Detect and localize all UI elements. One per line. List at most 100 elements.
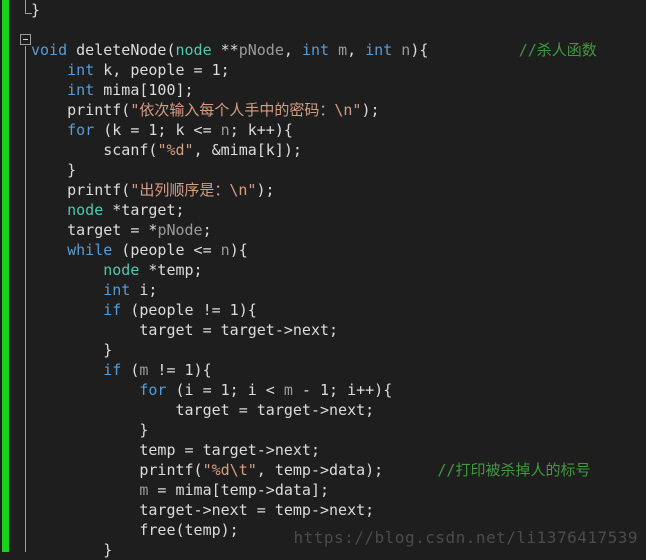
code-token: pNode	[238, 41, 284, 59]
code-line[interactable]: printf("%d\t", temp->data); //打印被杀掉人的标号	[31, 460, 646, 480]
code-token: target = target->next;	[31, 401, 375, 419]
code-token: "%d\t"	[202, 461, 257, 479]
code-line[interactable]: target->next = temp->next;	[31, 500, 646, 520]
code-token: for	[139, 381, 167, 399]
code-lines[interactable]: } void deleteNode(node **pNode, int m, i…	[31, 0, 646, 559]
code-token: int	[67, 81, 95, 99]
code-token: free(temp);	[31, 521, 239, 539]
code-token: while	[67, 241, 113, 259]
code-line[interactable]	[31, 20, 646, 40]
code-line[interactable]: void deleteNode(node **pNode, int m, int…	[31, 40, 646, 60]
code-token: }	[31, 161, 77, 179]
code-token: (people <=	[112, 241, 221, 259]
watermark-url: https://blog.csdn.net/li1376417539	[293, 528, 638, 547]
code-token: node	[175, 41, 212, 59]
code-token: ; k++){	[229, 121, 293, 139]
outlining-margin[interactable]	[9, 0, 32, 552]
code-token: , &mima[k]);	[193, 141, 302, 159]
code-token: != 1){	[148, 361, 212, 379]
code-token: **	[211, 41, 239, 59]
code-line[interactable]: }	[31, 420, 646, 440]
code-token: int	[67, 61, 95, 79]
code-line[interactable]: node *target;	[31, 200, 646, 220]
code-token: ){	[229, 241, 248, 259]
code-token: "依次输入每个人手中的密码：\n"	[130, 101, 362, 119]
code-token: (k = 1; k <=	[94, 121, 221, 139]
code-token: int	[365, 41, 393, 59]
code-token: ;	[202, 221, 212, 239]
code-line[interactable]: }	[31, 0, 646, 20]
code-line[interactable]: target = *pNode;	[31, 220, 646, 240]
code-token: = mima[temp->data];	[148, 481, 330, 499]
collapse-region-minus-icon[interactable]	[20, 34, 31, 45]
code-token: temp = target->next;	[31, 441, 320, 459]
code-token: if	[103, 301, 122, 319]
code-token: //打印被杀掉人的标号	[437, 461, 591, 479]
code-token: }	[31, 421, 149, 439]
code-token: m	[283, 381, 293, 399]
code-line[interactable]: if (people != 1){	[31, 300, 646, 320]
code-token: void	[31, 41, 68, 59]
code-token: n	[220, 121, 230, 139]
code-token: //杀人函数	[518, 41, 597, 59]
code-line[interactable]: for (k = 1; k <= n; k++){	[31, 120, 646, 140]
code-line[interactable]: node *temp;	[31, 260, 646, 280]
code-line[interactable]: while (people <= n){	[31, 240, 646, 260]
code-token: target->next = temp->next;	[31, 501, 375, 519]
code-token: printf(	[31, 101, 131, 119]
code-token: node	[67, 201, 104, 219]
code-token: node	[103, 261, 140, 279]
code-line[interactable]: if (m != 1){	[31, 360, 646, 380]
code-line[interactable]: temp = target->next;	[31, 440, 646, 460]
code-token: *temp;	[139, 261, 203, 279]
code-token: for	[67, 121, 95, 139]
code-line[interactable]: int k, people = 1;	[31, 60, 646, 80]
code-token: pNode	[157, 221, 203, 239]
code-token: i;	[130, 281, 158, 299]
code-line[interactable]: m = mima[temp->data];	[31, 480, 646, 500]
code-token: printf(	[31, 461, 203, 479]
code-token: );	[361, 101, 380, 119]
code-line[interactable]: printf("依次输入每个人手中的密码：\n");	[31, 100, 646, 120]
code-token: ){	[410, 41, 429, 59]
code-line[interactable]: int i;	[31, 280, 646, 300]
code-editor[interactable]: } void deleteNode(node **pNode, int m, i…	[0, 0, 646, 559]
code-line[interactable]: int mima[100];	[31, 80, 646, 100]
code-token: ,	[347, 41, 366, 59]
code-token: int	[103, 281, 131, 299]
code-token: (	[121, 361, 140, 379]
code-token: (i = 1; i <	[166, 381, 284, 399]
change-indicator-bar	[2, 0, 9, 552]
outlining-guide-previous	[25, 0, 26, 14]
code-token: }	[31, 1, 41, 19]
code-line[interactable]: }	[31, 160, 646, 180]
code-line[interactable]: for (i = 1; i < m - 1; i++){	[31, 380, 646, 400]
code-token: n	[401, 41, 411, 59]
code-line[interactable]: }	[31, 340, 646, 360]
code-token: n	[220, 241, 230, 259]
code-token: );	[256, 181, 275, 199]
code-token: int	[301, 41, 330, 59]
code-token: printf(	[31, 181, 131, 199]
code-line[interactable]: target = target->next;	[31, 400, 646, 420]
code-line[interactable]: target = target->next;	[31, 320, 646, 340]
code-token: ,	[283, 41, 302, 59]
code-line[interactable]: printf("出列顺序是：\n");	[31, 180, 646, 200]
code-token: }	[31, 341, 113, 359]
code-token: scanf(	[31, 141, 158, 159]
code-line[interactable]: scanf("%d", &mima[k]);	[31, 140, 646, 160]
code-token: , temp->data);	[256, 461, 384, 479]
